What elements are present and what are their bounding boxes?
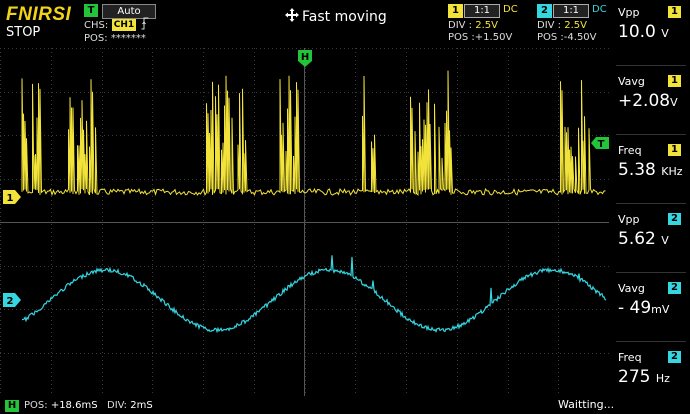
acquisition-status: Waitting... <box>558 398 615 411</box>
brand-logo: FNIRSI <box>6 4 72 25</box>
trigger-source-badge[interactable]: CH1 <box>112 19 136 31</box>
ch1-badge[interactable]: 1 <box>448 4 463 18</box>
measurement-value: 275 Hz <box>618 367 670 387</box>
ch2-badge[interactable]: 2 <box>537 4 552 18</box>
timebase-badge: H <box>5 400 19 412</box>
trigger-pos-label: POS: <box>84 33 108 44</box>
measurement-label: Vavg <box>618 282 645 295</box>
ch2-div: DIV : 2.5V <box>537 20 587 31</box>
measurement-ch2-vpp[interactable]: Vpp 2 5.62 V <box>610 207 690 273</box>
mode-text[interactable]: Fast moving <box>302 9 387 25</box>
measurement-label: Vpp <box>618 213 640 226</box>
ch2-coupling[interactable]: DC <box>592 4 607 15</box>
ch1-div-value: 2.5V <box>475 20 498 31</box>
ch2-pos: POS :-4.50V <box>537 32 597 43</box>
measurement-ch1-vpp[interactable]: Vpp 1 10.0 V <box>610 0 690 66</box>
trigger-source-label: CHS: <box>84 20 109 31</box>
measurement-channel-badge: 1 <box>668 75 681 87</box>
measurement-ch2-freq[interactable]: Freq 2 275 Hz <box>610 345 690 411</box>
measurement-value: +2.08V <box>618 91 678 111</box>
waveform-display[interactable]: H T 1 2 <box>0 48 609 396</box>
trigger-badge: T <box>84 4 98 17</box>
measurement-ch1-vavg[interactable]: Vavg 1 +2.08V <box>610 69 690 135</box>
ch1-div: DIV : 2.5V <box>448 20 498 31</box>
trigger-level-label: T <box>598 139 605 150</box>
measurement-channel-badge: 1 <box>668 144 681 156</box>
ch1-offset-label: 1 <box>7 193 14 204</box>
measurement-channel-badge: 1 <box>668 6 681 18</box>
timebase-div[interactable]: DIV: 2mS <box>107 400 153 411</box>
measurement-value: - 49mV <box>618 298 670 318</box>
ch2-div-value: 2.5V <box>564 20 587 31</box>
measurement-label: Freq <box>618 351 642 364</box>
ch1-coupling[interactable]: DC <box>503 4 518 15</box>
measurement-ch1-freq[interactable]: Freq 1 5.38 KHz <box>610 138 690 204</box>
measurement-value: 10.0 V <box>618 22 669 42</box>
timebase-pos-label: POS: <box>24 400 48 411</box>
measurement-label: Vpp <box>618 6 640 19</box>
measurement-channel-badge: 2 <box>668 351 681 363</box>
timebase-pos-value: +18.6mS <box>50 400 98 411</box>
ch1-probe[interactable]: 1:1 <box>464 4 500 18</box>
trigger-pos-value: ******* <box>110 33 146 44</box>
timebase-div-label: DIV: <box>107 400 128 411</box>
ch2-pos-label: POS : <box>537 32 564 43</box>
timebase-pos[interactable]: POS: +18.6mS <box>24 400 98 411</box>
ch1-pos-label: POS : <box>448 32 475 43</box>
measurement-channel-badge: 2 <box>668 282 681 294</box>
measurement-ch2-vavg[interactable]: Vavg 2 - 49mV <box>610 276 690 342</box>
ch1-div-label: DIV : <box>448 20 473 31</box>
ch1-pos: POS :+1.50V <box>448 32 512 43</box>
measurement-value: 5.38 KHz <box>618 160 683 180</box>
run-state[interactable]: STOP <box>6 25 40 40</box>
ch2-probe[interactable]: 1:1 <box>553 4 589 18</box>
ch2-offset-label: 2 <box>7 296 14 307</box>
measurement-label: Vavg <box>618 75 645 88</box>
ch2-pos-value: -4.50V <box>563 32 597 43</box>
ch1-pos-value: +1.50V <box>474 32 513 43</box>
measurement-label: Freq <box>618 144 642 157</box>
move-cross-icon <box>285 7 299 26</box>
trigger-pos: POS: ******* <box>84 33 146 44</box>
rising-edge-icon[interactable] <box>141 17 149 33</box>
measurement-panel: Vpp 1 10.0 V Vavg 1 +2.08V Freq 1 5.38 K… <box>610 0 690 414</box>
ch2-div-label: DIV : <box>537 20 562 31</box>
h-marker-label: H <box>301 52 309 63</box>
timebase-div-value: 2mS <box>130 400 153 411</box>
measurement-channel-badge: 2 <box>668 213 681 225</box>
measurement-value: 5.62 V <box>618 229 669 249</box>
